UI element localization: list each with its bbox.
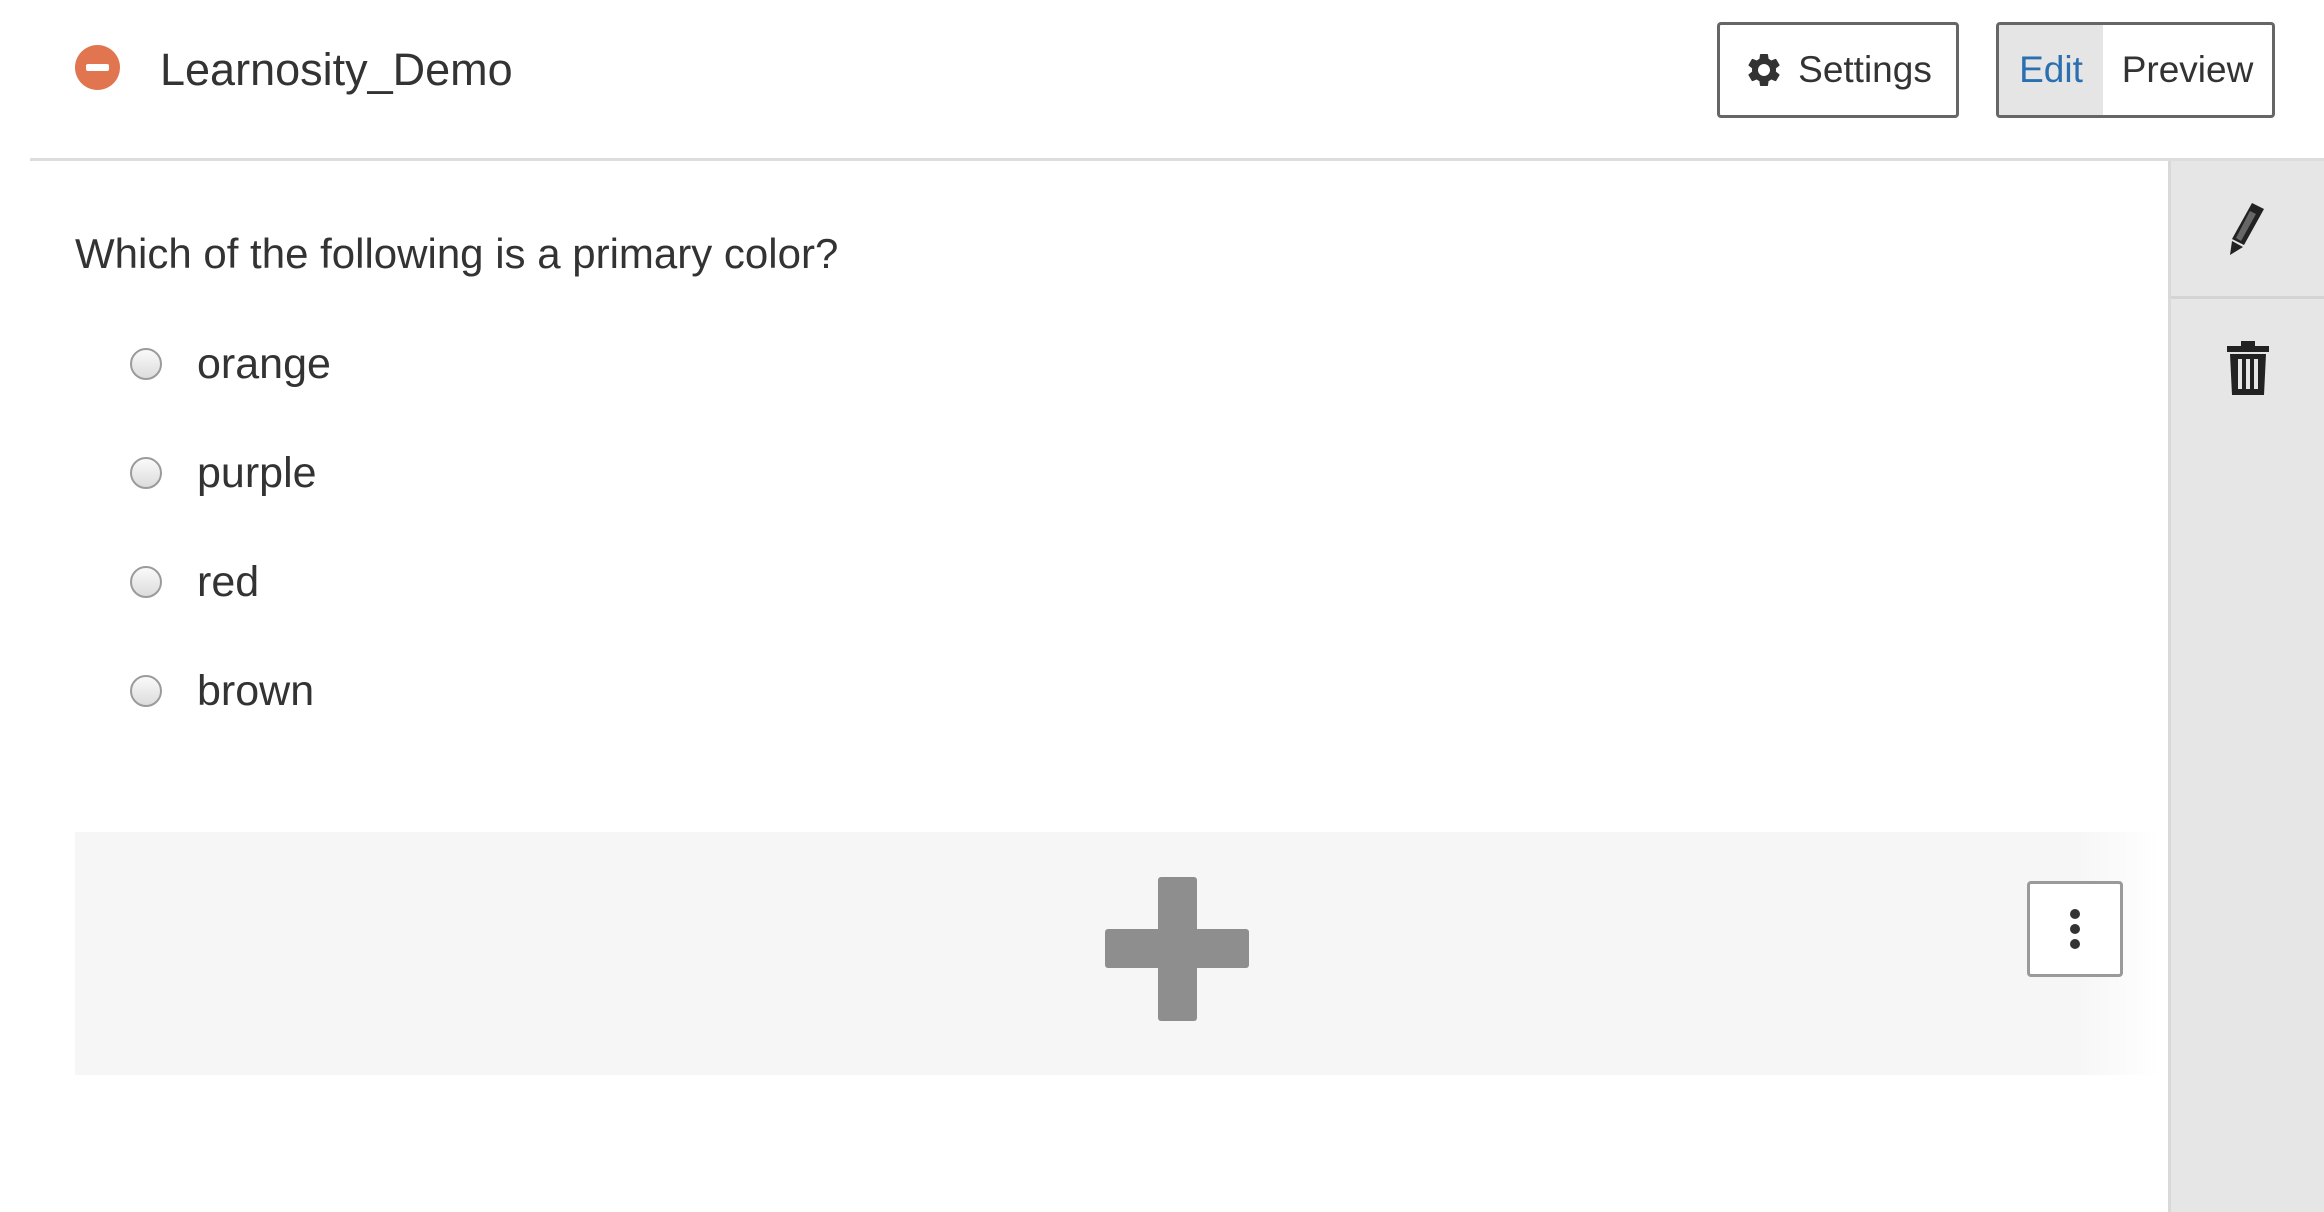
preview-tab[interactable]: Preview — [2103, 25, 2272, 115]
vertical-ellipsis-icon — [2070, 924, 2080, 934]
radio-button[interactable] — [130, 348, 162, 380]
answer-option[interactable]: orange — [130, 336, 730, 445]
radio-button[interactable] — [130, 566, 162, 598]
header-bar: Learnosity_Demo Settings Edit Preview — [0, 0, 2324, 160]
option-label: red — [197, 558, 260, 606]
delete-widget-button[interactable] — [2171, 299, 2324, 437]
settings-button[interactable]: Settings — [1717, 22, 1959, 118]
option-label: purple — [197, 449, 317, 497]
pencil-icon — [2229, 202, 2264, 255]
plus-icon[interactable] — [1105, 877, 1249, 1021]
minus-circle-icon[interactable] — [75, 45, 120, 90]
mode-toggle: Edit Preview — [1996, 22, 2275, 118]
option-label: orange — [197, 340, 331, 388]
vertical-ellipsis-icon — [2070, 939, 2080, 949]
add-widget-zone — [75, 832, 2160, 1075]
answer-option[interactable]: brown — [130, 663, 730, 772]
more-options-button[interactable] — [2027, 881, 2123, 977]
answer-option[interactable]: purple — [130, 445, 730, 554]
side-toolbar — [2168, 161, 2324, 1212]
question-stem: Which of the following is a primary colo… — [75, 230, 839, 277]
trash-icon — [2226, 341, 2269, 395]
answer-option[interactable]: red — [130, 554, 730, 663]
gear-icon — [1748, 53, 1780, 86]
settings-label: Settings — [1798, 49, 1932, 90]
radio-button[interactable] — [130, 457, 162, 489]
page-title: Learnosity_Demo — [160, 44, 513, 95]
answer-options: orange purple red brown — [130, 336, 730, 772]
edit-widget-button[interactable] — [2171, 161, 2324, 299]
vertical-ellipsis-icon — [2070, 909, 2080, 919]
plus-icon-horizontal — [1105, 929, 1249, 968]
radio-button[interactable] — [130, 675, 162, 707]
edit-tab[interactable]: Edit — [1999, 25, 2103, 115]
header-divider — [30, 158, 2324, 161]
option-label: brown — [197, 667, 315, 715]
